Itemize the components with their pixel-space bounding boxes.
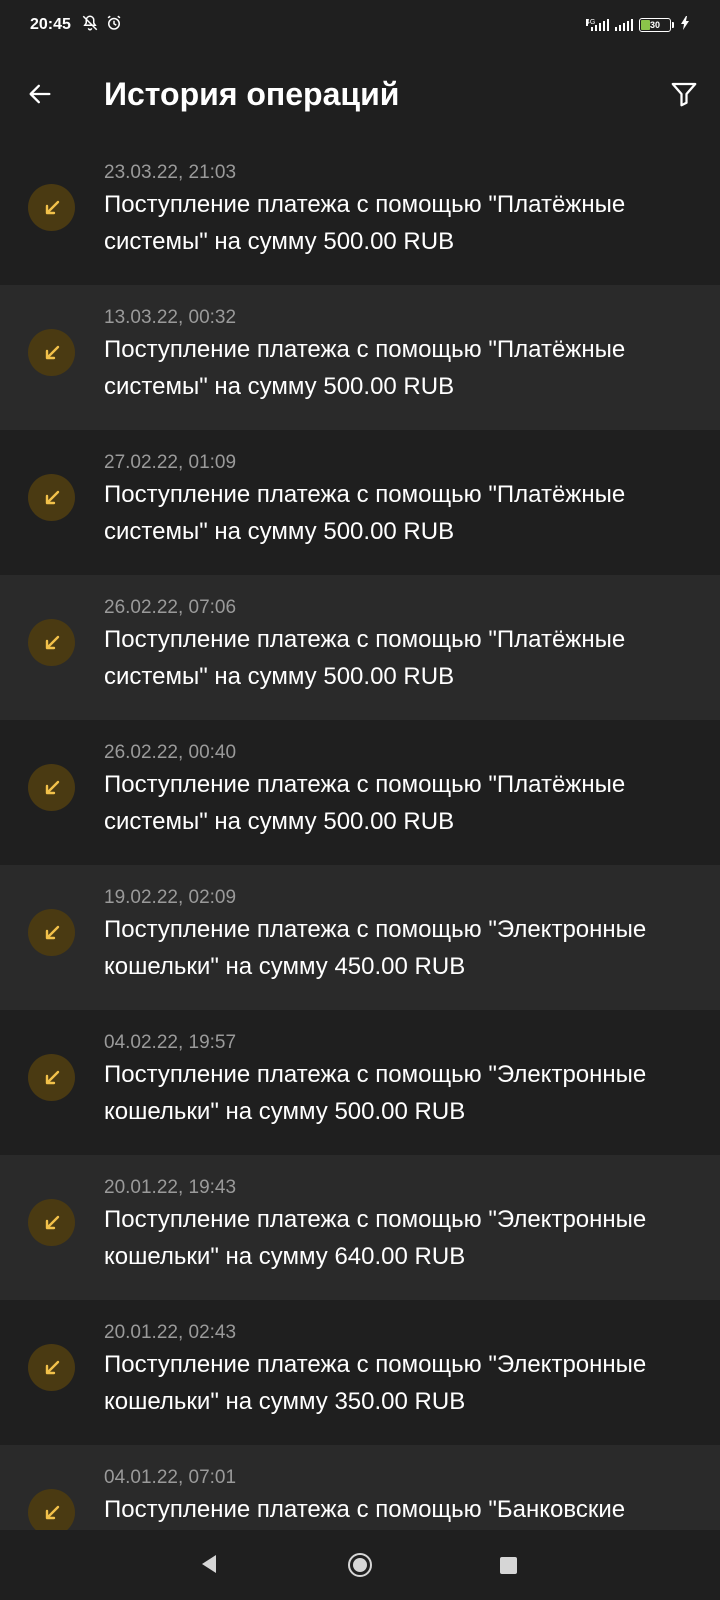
incoming-arrow-icon <box>28 1489 75 1530</box>
incoming-arrow-icon <box>28 474 75 521</box>
signal-icon <box>615 19 633 31</box>
operation-date: 04.01.22, 07:01 <box>104 1467 237 1488</box>
incoming-arrow-icon <box>28 1344 75 1391</box>
operations-list: 23.03.22, 21:03 Поступление платежа с пом… <box>0 140 720 1530</box>
status-right: 4G 30 <box>586 15 690 35</box>
navigation-bar <box>0 1530 720 1600</box>
operation-date: 23.03.22, 21:03 <box>104 162 237 183</box>
operation-row[interactable]: 04.01.22, 07:01 Поступление платежа с пом… <box>0 1445 720 1530</box>
arrow-left-icon <box>26 80 54 113</box>
app-bar: История операций <box>0 50 720 142</box>
operation-row[interactable]: 26.02.22, 00:40 Поступление платежа с пом… <box>0 720 720 865</box>
operation-date: 26.02.22, 07:06 <box>104 597 237 618</box>
operation-row[interactable]: 26.02.22, 07:06 Поступление платежа с пом… <box>0 575 720 720</box>
operation-description: Поступление платежа с помощью "Электронн… <box>104 1061 647 1125</box>
battery-fill <box>641 20 650 30</box>
incoming-arrow-icon <box>28 329 75 376</box>
filter-button[interactable] <box>666 78 702 114</box>
operation-description: Поступление платежа с помощью "Платёжные… <box>104 336 626 400</box>
operation-row[interactable]: 19.02.22, 02:09 Поступление платежа с пом… <box>0 865 720 1010</box>
alarm-icon <box>105 14 123 37</box>
operation-date: 20.01.22, 19:43 <box>104 1177 237 1198</box>
operation-row[interactable]: 23.03.22, 21:03 Поступление платежа с пом… <box>0 140 720 285</box>
operation-description: Поступление платежа с помощью "Платёжные… <box>104 481 626 545</box>
notifications-off-icon <box>81 14 99 37</box>
incoming-arrow-icon <box>28 619 75 666</box>
status-left-icons <box>81 14 123 37</box>
operation-date: 20.01.22, 02:43 <box>104 1322 237 1343</box>
incoming-arrow-icon <box>28 1054 75 1101</box>
operation-description: Поступление платежа с помощью "Электронн… <box>104 1351 647 1415</box>
operation-description: Поступление платежа с помощью "Электронн… <box>104 1206 647 1270</box>
filter-icon <box>669 79 699 114</box>
page-title: История операций <box>104 76 400 112</box>
operation-row[interactable]: 27.02.22, 01:09 Поступление платежа с пом… <box>0 430 720 575</box>
screen: 20:45 4G 30 История операций 23.03.22, 2… <box>0 0 720 1600</box>
operation-description: Поступление платежа с помощью "Платёжные… <box>104 771 626 835</box>
incoming-arrow-icon <box>28 764 75 811</box>
operation-description: Поступление платежа с помощью "Электронн… <box>104 916 647 980</box>
status-time: 20:45 <box>30 16 71 33</box>
operation-description: Поступление платежа с помощью "Платёжные… <box>104 626 626 690</box>
incoming-arrow-icon <box>28 1199 75 1246</box>
network-label: 4G <box>586 19 596 26</box>
operation-description: Поступление платежа с помощью "Банковски… <box>104 1496 626 1523</box>
operation-date: 04.02.22, 19:57 <box>104 1032 237 1053</box>
operation-date: 26.02.22, 00:40 <box>104 742 237 763</box>
charging-icon <box>680 15 690 35</box>
operation-date: 27.02.22, 01:09 <box>104 452 237 473</box>
incoming-arrow-icon <box>28 909 75 956</box>
operation-row[interactable]: 20.01.22, 19:43 Поступление платежа с пом… <box>0 1155 720 1300</box>
nav-back-triangle-icon[interactable] <box>200 1554 218 1579</box>
status-bar: 20:45 4G 30 <box>0 0 720 50</box>
battery-icon: 30 <box>639 18 674 32</box>
operation-date: 19.02.22, 02:09 <box>104 887 237 908</box>
operation-row[interactable]: 04.02.22, 19:57 Поступление платежа с пом… <box>0 1010 720 1155</box>
battery-level: 30 <box>649 20 660 30</box>
nav-recent-square-icon[interactable] <box>500 1557 517 1574</box>
nav-home-circle-icon[interactable] <box>348 1553 372 1577</box>
signal-4g-icon: 4G <box>586 19 609 31</box>
incoming-arrow-icon <box>28 184 75 231</box>
operation-date: 13.03.22, 00:32 <box>104 307 237 328</box>
back-button[interactable] <box>22 78 58 114</box>
operation-row[interactable]: 13.03.22, 00:32 Поступление платежа с пом… <box>0 285 720 430</box>
operation-row[interactable]: 20.01.22, 02:43 Поступление платежа с пом… <box>0 1300 720 1445</box>
operation-description: Поступление платежа с помощью "Платёжные… <box>104 191 626 255</box>
